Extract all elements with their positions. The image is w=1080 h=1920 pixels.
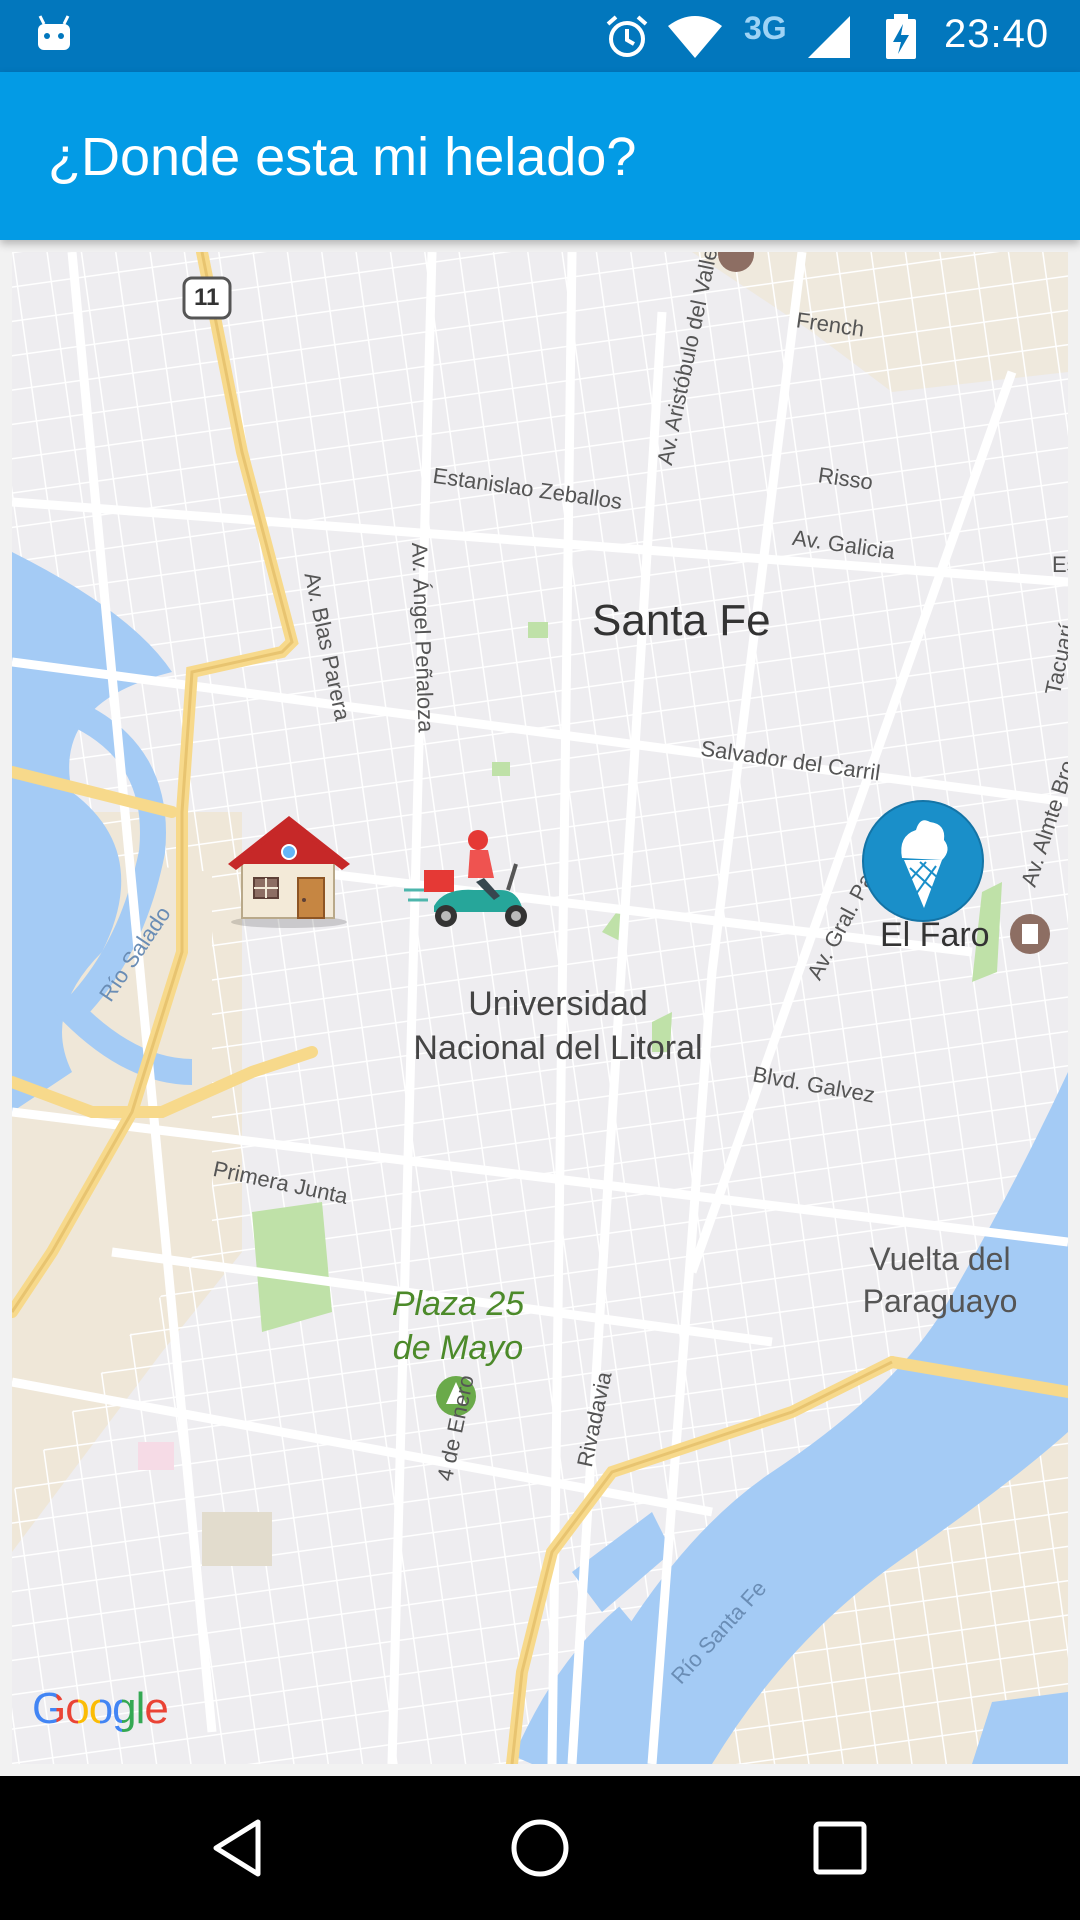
delivery-scooter-icon[interactable] [404, 828, 538, 930]
poi-label-line: Paraguayo [862, 1283, 1018, 1319]
recents-button-icon[interactable] [808, 1816, 872, 1880]
poi-label-line: Nacional del Litoral [413, 1029, 703, 1067]
poi-label-universidad: Universidad Nacional del Litoral [378, 982, 738, 1070]
google-logo-text: Google [32, 1684, 169, 1733]
app-title: ¿Donde esta mi helado? [48, 127, 637, 187]
poi-label-vuelta: Vuelta del Paraguayo [840, 1238, 1040, 1322]
map-view[interactable]: 11 French Estanislao Zeballos Risso Av. … [12, 252, 1068, 1764]
home-marker-icon[interactable] [224, 810, 354, 930]
poi-label-plaza: Plaza 25 de Mayo [378, 1282, 538, 1370]
home-button-icon[interactable] [508, 1816, 572, 1880]
alarm-icon [606, 15, 648, 57]
poi-label-line: Plaza 25 [391, 1285, 525, 1323]
network-type-label: 3G [744, 10, 787, 46]
android-notification-icon [38, 15, 70, 50]
navigation-bar [0, 1776, 1080, 1920]
google-attribution-logo: Google [32, 1684, 169, 1734]
street-label: Es [1052, 552, 1068, 577]
battery-charging-icon [886, 14, 916, 59]
poi-label-line: Universidad [468, 985, 648, 1023]
signal-icon [808, 16, 850, 58]
poi-label-line: Vuelta del [869, 1241, 1011, 1277]
app-bar: ¿Donde esta mi helado? [0, 72, 1080, 240]
city-label: Santa Fe [592, 596, 771, 645]
ice-cream-shop-icon[interactable] [858, 800, 988, 922]
back-button-icon[interactable] [208, 1816, 272, 1880]
status-clock: 23:40 [944, 12, 1050, 56]
wifi-icon [668, 16, 722, 58]
poi-label-line: de Mayo [392, 1329, 524, 1367]
route-11-label: 11 [194, 284, 220, 311]
status-bar: 3G 23:40 [0, 0, 1080, 72]
